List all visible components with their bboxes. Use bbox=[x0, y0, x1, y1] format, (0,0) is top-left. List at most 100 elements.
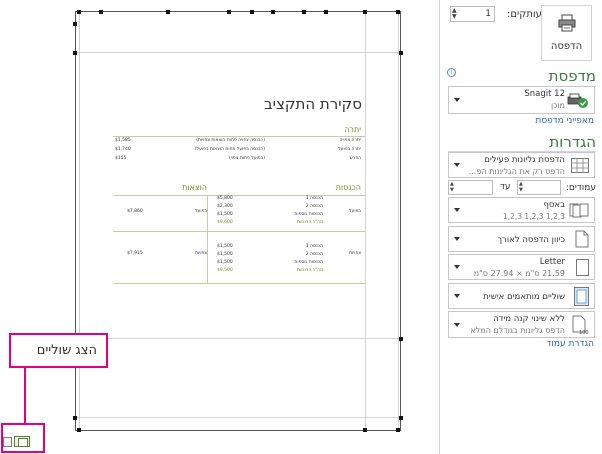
print-button-label: הדפסה bbox=[550, 41, 583, 52]
collate-icon bbox=[569, 203, 589, 218]
pages-to-input[interactable] bbox=[448, 180, 493, 195]
printer-group-title: מדפסת bbox=[548, 67, 596, 85]
margin-guide-footer bbox=[76, 417, 400, 418]
chevron-down-icon bbox=[454, 237, 460, 241]
copies-label: עותקים: bbox=[507, 9, 542, 20]
margin-handle[interactable] bbox=[363, 428, 367, 432]
expenses-heading: הוצאות bbox=[182, 183, 207, 192]
expenses-actual-value: $7,860 bbox=[127, 209, 143, 214]
print-button[interactable]: הדפסה bbox=[541, 5, 592, 61]
callout-text: הצג שוליים bbox=[36, 343, 97, 358]
orientation-select[interactable]: כיוון הדפסה לאורך bbox=[448, 226, 595, 252]
margins-select[interactable]: שוליים מותאמים אישית bbox=[448, 283, 595, 309]
income-projected-label: צפויות bbox=[349, 251, 361, 256]
income-row-label: הכנסה 1 bbox=[305, 244, 323, 249]
scaling-desc: הדפס גליונות בגודלם המלא bbox=[470, 326, 565, 335]
margin-handle[interactable] bbox=[99, 10, 103, 14]
margin-guide-right-outer bbox=[398, 12, 399, 430]
balance-row-desc: (בפועל פחות צפוי) bbox=[228, 156, 265, 161]
balance-row-desc: (הכנסה צפויה פחות הוצאות צפויות) bbox=[196, 138, 265, 143]
margin-handle[interactable] bbox=[271, 10, 275, 14]
margin-handle[interactable] bbox=[396, 10, 400, 14]
balance-row-label: יתרה צפויה bbox=[339, 138, 361, 143]
no-scaling-icon: 100 bbox=[572, 315, 589, 335]
margin-handle[interactable] bbox=[324, 10, 328, 14]
paper-size-select[interactable]: Letter 21.59 ס"מ × 27.94 ס"מ bbox=[448, 254, 595, 280]
margin-handle[interactable] bbox=[302, 10, 306, 14]
show-margins-callout: הצג שוליים bbox=[9, 333, 108, 368]
chevron-down-icon bbox=[454, 294, 460, 298]
margin-handle[interactable] bbox=[73, 22, 77, 26]
income-row-value: $1,500 bbox=[217, 260, 233, 265]
scaling-title: ללא שינוי קנה מידה bbox=[493, 314, 565, 324]
income-row-value: $1,500 bbox=[217, 244, 233, 249]
margin-handle[interactable] bbox=[73, 416, 77, 420]
print-what-select[interactable]: הדפסת גליונות פעילים הדפס רק את הגליונות… bbox=[448, 152, 595, 178]
orientation-title: כיוון הדפסה לאורך bbox=[497, 235, 565, 245]
expenses-actual-label: בפועל bbox=[194, 209, 207, 214]
chevron-down-icon bbox=[454, 163, 460, 167]
section-divider bbox=[113, 136, 365, 137]
chevron-down-icon bbox=[454, 322, 460, 327]
margin-handle[interactable] bbox=[399, 337, 403, 341]
balance-row-value: $1,740 bbox=[115, 147, 131, 152]
income-row-value: $1,500 bbox=[217, 252, 233, 257]
column-divider bbox=[207, 195, 208, 283]
sheet-grid-icon bbox=[571, 158, 589, 173]
copies-spinner-icon[interactable]: ▲ ▼ bbox=[452, 8, 457, 20]
income-total-value: $9,600 bbox=[217, 220, 233, 225]
print-what-desc: הדפס רק את הגליונות הפ... bbox=[468, 167, 565, 176]
section-divider bbox=[113, 231, 365, 232]
margin-handle[interactable] bbox=[250, 10, 254, 14]
printer-ready-icon bbox=[567, 93, 588, 108]
chevron-down-icon bbox=[454, 208, 460, 212]
printer-icon bbox=[558, 14, 576, 32]
margin-handle[interactable] bbox=[227, 10, 231, 14]
custom-margins-icon bbox=[574, 287, 589, 306]
scaling-select[interactable]: ללא שינוי קנה מידה הדפס גליונות בגודלם ה… bbox=[448, 311, 595, 338]
margin-guide-bottom bbox=[76, 338, 400, 339]
margin-handle[interactable] bbox=[73, 51, 77, 55]
collate-title: באסף bbox=[543, 200, 565, 210]
balance-row-value: $155 bbox=[115, 156, 127, 161]
pages-to-spinner-icon[interactable]: ▲ ▼ bbox=[450, 181, 454, 193]
show-margins-icon[interactable] bbox=[14, 436, 30, 447]
margin-handle[interactable] bbox=[396, 428, 400, 432]
income-row-label: הכנסה 2 bbox=[305, 252, 323, 257]
income-total-value: $9,500 bbox=[217, 268, 233, 273]
section-divider bbox=[113, 283, 365, 284]
income-row-value: $1,500 bbox=[217, 212, 233, 217]
print-settings-panel: הדפסה עותקים: 1 ▲ ▼ מדפסת i Snagit 12 מוכ… bbox=[441, 0, 602, 454]
income-total-label: סה"כ הכנסות bbox=[297, 220, 323, 225]
print-what-title: הדפסת גליונות פעילים bbox=[484, 155, 565, 165]
callout-connector bbox=[24, 367, 26, 424]
zoom-to-page-icon[interactable] bbox=[3, 437, 12, 447]
printer-properties-link[interactable]: מאפייני מדפסת bbox=[535, 116, 594, 126]
pages-label: עמודים: bbox=[565, 183, 596, 193]
margin-handle[interactable] bbox=[77, 10, 81, 14]
printer-name: Snagit 12 bbox=[524, 89, 565, 99]
pages-from-spinner-icon[interactable]: ▲ ▼ bbox=[519, 181, 523, 193]
pages-from-input[interactable] bbox=[517, 180, 561, 195]
balance-row-label: יתרה בפועל bbox=[338, 147, 361, 152]
collate-select[interactable]: באסף 1,2,3 1,2,3 1,2,3 bbox=[448, 197, 595, 223]
margin-handle[interactable] bbox=[363, 10, 367, 14]
margin-guide-right bbox=[365, 12, 366, 430]
income-row-label: הכנסות נוספות bbox=[294, 212, 323, 217]
printer-select[interactable]: Snagit 12 מוכן bbox=[448, 86, 595, 114]
balance-row-label: הפרש bbox=[349, 156, 361, 161]
page-setup-link[interactable]: הגדרת עמוד bbox=[547, 339, 594, 349]
margin-handle[interactable] bbox=[399, 51, 403, 55]
margin-handle[interactable] bbox=[166, 10, 170, 14]
margin-handle[interactable] bbox=[77, 428, 81, 432]
margin-handle[interactable] bbox=[399, 416, 403, 420]
income-total-label: סה"כ הכנסות bbox=[297, 268, 323, 273]
chevron-down-icon bbox=[454, 98, 460, 102]
margins-title: שוליים מותאמים אישית bbox=[483, 292, 565, 302]
balance-row-desc: (הכנסה בפועל פחות הוצאות בפועל) bbox=[194, 147, 265, 152]
info-icon[interactable]: i bbox=[447, 68, 456, 77]
income-row-value: $5,800 bbox=[217, 196, 233, 201]
portrait-page-icon bbox=[575, 230, 589, 248]
paper-size-icon bbox=[576, 259, 589, 276]
income-heading: הכנסות bbox=[335, 183, 361, 192]
